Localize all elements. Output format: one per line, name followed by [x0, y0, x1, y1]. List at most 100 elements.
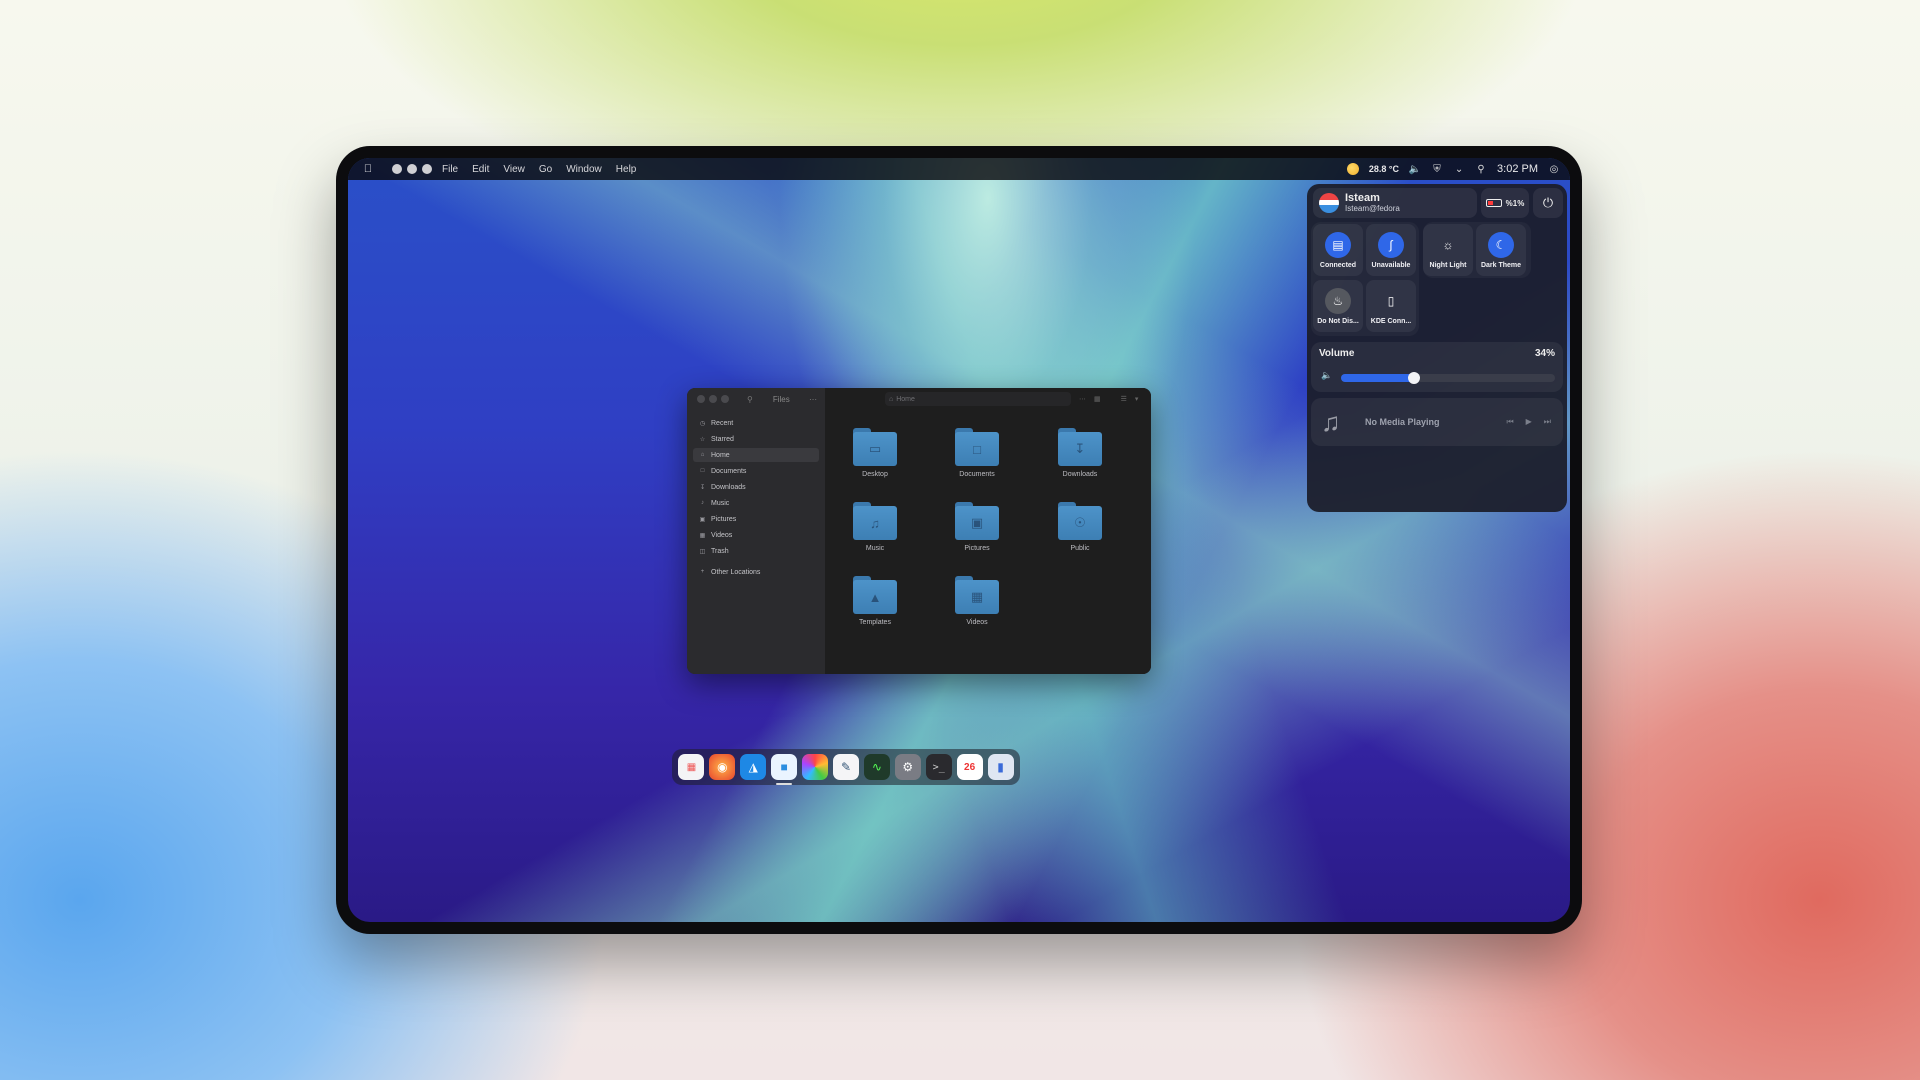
sidebar-item-downloads[interactable]: ↧ Downloads: [693, 480, 819, 494]
sidebar-item-label: Music: [711, 499, 730, 507]
menu-help[interactable]: Help: [616, 164, 637, 175]
home-icon: ⌂: [700, 452, 705, 458]
folder-item[interactable]: ☉ Public: [1040, 502, 1120, 552]
calendar-icon[interactable]: 26: [956, 754, 983, 780]
files-icon[interactable]: ■: [771, 754, 798, 785]
files-minimize-dot[interactable]: [709, 395, 717, 403]
film-icon: ▦: [699, 532, 706, 539]
files-title: Files: [772, 394, 790, 404]
folder-templates-icon: ▲: [853, 576, 897, 614]
menu-go[interactable]: Go: [539, 164, 552, 175]
volume-icon[interactable]: 🔈: [1409, 163, 1421, 175]
battery-percent: %1%: [1505, 198, 1525, 208]
minimize-dot[interactable]: [407, 164, 417, 174]
dark-theme-toggle[interactable]: ☾ Dark Theme: [1476, 224, 1526, 276]
speaker-icon[interactable]: 🔈: [1321, 370, 1332, 381]
folder-name: Templates: [859, 619, 891, 626]
folder-desktop-icon: ▭: [853, 428, 897, 466]
path-bar[interactable]: ⌂ Home: [885, 392, 1071, 406]
firefox-icon[interactable]: ◉: [709, 754, 736, 780]
folder-documents-icon: □: [955, 428, 999, 466]
control-center-icon[interactable]: ◎: [1548, 163, 1560, 175]
search-icon[interactable]: ⚲: [747, 395, 753, 404]
grid-view-icon[interactable]: ▦: [1094, 395, 1101, 403]
dark-theme-icon: ☾: [1488, 231, 1514, 258]
menu-edit[interactable]: Edit: [472, 164, 489, 175]
launchpad-icon[interactable]: ▦: [678, 754, 705, 780]
files-close-dot[interactable]: [697, 395, 705, 403]
sidebar-item-trash[interactable]: ◫ Trash: [693, 544, 819, 558]
sidebar-item-videos[interactable]: ▦ Videos: [693, 528, 819, 542]
sidebar-item-recent[interactable]: ◷ Recent: [693, 416, 819, 430]
bluetooth-toggle[interactable]: ∫ Unavailable: [1366, 224, 1416, 276]
wifi-icon[interactable]: ⌄: [1453, 163, 1465, 175]
text-editor-icon[interactable]: ✎: [832, 754, 859, 780]
switcher-icon[interactable]: ▮: [987, 754, 1014, 780]
volume-label: Volume: [1319, 348, 1355, 359]
maximize-dot[interactable]: [422, 164, 432, 174]
sidebar-item-starred[interactable]: ☆ Starred: [693, 432, 819, 446]
next-track-icon[interactable]: ⏭: [1544, 417, 1551, 427]
sidebar-item-other-locations[interactable]: + Other Locations: [693, 565, 819, 579]
folder-item[interactable]: ▭ Desktop: [835, 428, 915, 478]
play-icon[interactable]: ▶: [1526, 417, 1532, 427]
kde-connect-toggle[interactable]: ▯ KDE Conn...: [1366, 280, 1416, 332]
power-button[interactable]: ⏻: [1533, 188, 1563, 218]
folder-item[interactable]: □ Documents: [937, 428, 1017, 478]
files-maximize-dot[interactable]: [721, 395, 729, 403]
photos-icon[interactable]: [802, 754, 829, 780]
menu-file[interactable]: File: [442, 164, 458, 175]
close-dot[interactable]: [392, 164, 402, 174]
star-icon: ☆: [699, 436, 706, 443]
sidebar-item-label: Recent: [711, 419, 734, 427]
files-content: ⌂ Home ⋯ ▦ ☰ ▾ ▭ Desktop □ Documents ↧ D…: [825, 388, 1151, 674]
media-status: No Media Playing: [1365, 417, 1440, 427]
sidebar-item-home[interactable]: ⌂ Home: [693, 448, 819, 462]
wired-network-toggle[interactable]: ▤ Connected: [1313, 224, 1363, 276]
terminal-icon[interactable]: >_: [925, 754, 952, 780]
chevron-down-icon[interactable]: ▾: [1135, 395, 1139, 403]
menu-icon[interactable]: ⋯: [809, 395, 817, 404]
menu-view[interactable]: View: [503, 164, 525, 175]
more-icon[interactable]: ⋯: [1079, 395, 1086, 403]
bell-icon: ♨: [1325, 287, 1351, 314]
app-store-icon[interactable]: ◮: [740, 754, 767, 780]
apple-logo-icon[interactable]: : [362, 163, 374, 175]
battery-icon: [1485, 199, 1502, 207]
sidebar-item-label: Home: [711, 451, 730, 459]
folder-item[interactable]: ♫ Music: [835, 502, 915, 552]
sidebar-item-documents[interactable]: □ Documents: [693, 464, 819, 478]
volume-slider-knob[interactable]: [1407, 372, 1420, 384]
sidebar-item-pictures[interactable]: ▣ Pictures: [693, 512, 819, 526]
clock-icon: ◷: [699, 420, 706, 427]
volume-slider[interactable]: [1341, 372, 1555, 384]
system-monitor-icon[interactable]: ∿: [863, 754, 890, 780]
do-not-disturb-toggle[interactable]: ♨ Do Not Dis...: [1313, 280, 1363, 332]
weather-icon[interactable]: [1346, 163, 1359, 175]
picture-icon: ▣: [699, 516, 706, 523]
user-card[interactable]: Isteam Isteam@fedora: [1313, 188, 1477, 218]
night-light-icon: ☼: [1442, 237, 1454, 252]
temperature[interactable]: 28.8 °C: [1369, 164, 1399, 174]
folder-item[interactable]: ↧ Downloads: [1040, 428, 1120, 478]
folder-item[interactable]: ▦ Videos: [937, 576, 1017, 626]
shield-icon[interactable]: ⛨: [1431, 163, 1443, 175]
night-light-toggle[interactable]: ☼ Night Light: [1423, 224, 1473, 276]
sidebar-item-music[interactable]: ♪ Music: [693, 496, 819, 510]
search-icon[interactable]: ⚲: [1475, 163, 1487, 175]
list-view-icon[interactable]: ☰: [1121, 395, 1127, 403]
dark-theme-label: Dark Theme: [1480, 261, 1522, 269]
folder-item[interactable]: ▲ Templates: [835, 576, 915, 626]
sidebar-item-label: Documents: [711, 467, 747, 475]
clock[interactable]: 3:02 PM: [1497, 163, 1538, 175]
folder-item[interactable]: ▣ Pictures: [937, 502, 1017, 552]
battery-indicator[interactable]: %1%: [1481, 188, 1529, 218]
user-host: Isteam@fedora: [1345, 204, 1400, 213]
previous-track-icon[interactable]: ⏮: [1506, 417, 1513, 427]
folder-pictures-icon: ▣: [955, 502, 999, 540]
system-tray: 28.8 °C 🔈 ⛨ ⌄ ⚲ 3:02 PM ◎: [1346, 163, 1560, 175]
path-label: Home: [896, 395, 915, 403]
settings-icon[interactable]: ⚙: [894, 754, 921, 780]
sidebar-item-label: Other Locations: [711, 568, 761, 576]
menu-window[interactable]: Window: [566, 164, 602, 175]
